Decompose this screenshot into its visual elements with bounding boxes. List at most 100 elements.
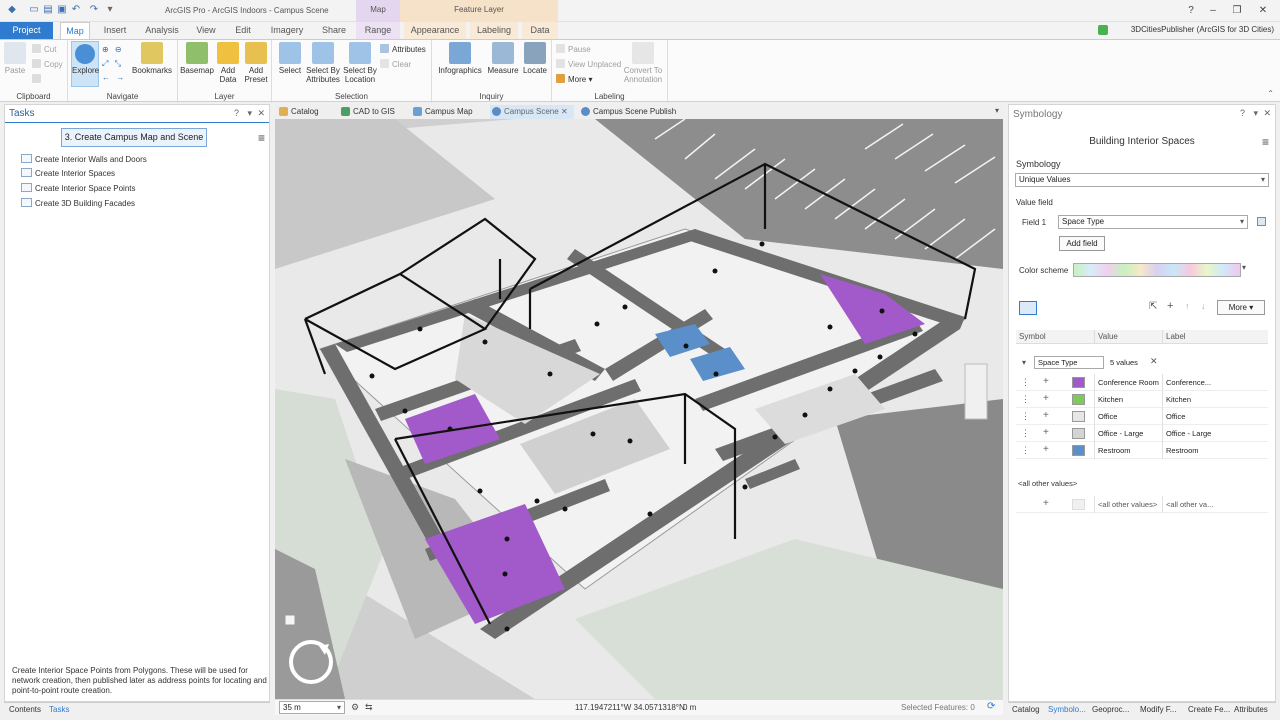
expand-icon[interactable]: + [1043,376,1049,387]
convert-to-annotation-button[interactable]: Convert To Annotation [622,42,664,84]
add-preset-button[interactable]: Add Preset [242,42,270,84]
tab-analysis[interactable]: Analysis [142,22,182,39]
restore-icon[interactable]: ❐ [1228,3,1246,19]
more-button[interactable]: More ▾ [1217,300,1265,315]
value-cell[interactable]: Kitchen [1094,391,1162,408]
tab-map[interactable]: Map [60,22,90,40]
current-task-title[interactable]: 3. Create Campus Map and Scene [61,128,207,147]
tab-catalog[interactable]: Catalog [1012,705,1040,714]
locate-button[interactable]: Locate [520,42,550,75]
doctab-catalog[interactable]: Catalog [277,105,335,119]
copy-path-button[interactable] [32,74,44,86]
attributes-button[interactable]: Attributes [380,44,426,56]
select-by-attributes-button[interactable]: Select By Attributes [304,42,342,84]
renderer-dropdown[interactable]: Unique Values [1015,173,1269,187]
refresh-icon[interactable]: ⟳ [987,701,995,712]
value-cell[interactable]: Restroom [1094,442,1162,459]
save-icon[interactable]: ▣ [56,4,68,16]
symbol-swatch[interactable] [1072,411,1085,422]
tab-list-chevron-icon[interactable]: ▾ [995,106,999,115]
task-step-4[interactable]: Create 3D Building Facades [21,198,135,208]
symbol-swatch[interactable] [1072,428,1085,439]
color-scheme-chevron-icon[interactable]: ▾ [1242,263,1246,272]
infographics-button[interactable]: Infographics [436,42,484,75]
symbol-swatch[interactable] [1072,377,1085,388]
col-header-label[interactable]: Label [1162,330,1268,344]
drag-handle-icon[interactable]: ⋮ [1021,428,1030,439]
clear-button[interactable]: Clear [380,59,411,71]
symbol-class-row[interactable]: ⋮ + Kitchen Kitchen [1016,391,1268,408]
minimize-icon[interactable]: – [1204,3,1222,19]
redo-icon[interactable]: ↷ [88,4,100,16]
label-cell[interactable]: <all other va... [1162,496,1222,513]
drag-handle-icon[interactable]: ⋮ [1021,411,1030,422]
tab-view[interactable]: View [192,22,220,39]
close-icon[interactable]: ✕ [1254,3,1272,19]
symbol-swatch[interactable] [1072,445,1085,456]
scale-lock-icon[interactable]: ⚙ [351,702,359,713]
scene-view[interactable] [275,119,1003,699]
doctab-campus-scene[interactable]: Campus Scene ✕ [490,105,574,119]
previous-next-icon[interactable]: ← → [102,72,132,84]
add-data-button[interactable]: Add Data [216,42,240,84]
cut-button[interactable]: Cut [32,44,56,56]
label-cell[interactable]: Kitchen [1162,391,1214,408]
paste-button[interactable]: Paste [4,42,26,75]
zoom-tools-icon[interactable]: ⊕ ⊖ [102,44,132,56]
tab-appearance[interactable]: Appearance [404,22,466,39]
label-cell[interactable]: Office - Large [1162,425,1214,442]
value-cell[interactable]: Office - Large [1094,425,1162,442]
close-pane-icon[interactable]: ✕ [1263,108,1271,119]
move-up-icon[interactable]: ↑ [1185,301,1190,311]
explore-button[interactable]: Explore [71,41,99,87]
full-extent-icon[interactable]: ⤢ ⤡ [102,58,132,70]
expand-icon[interactable]: + [1043,444,1049,455]
task-step-1[interactable]: Create Interior Walls and Doors [21,154,147,164]
more-labeling-button[interactable]: More ▾ [556,74,592,86]
tab-symbology[interactable]: Symbolo... [1048,705,1086,714]
undo-icon[interactable]: ↶ [70,4,82,16]
expand-icon[interactable]: + [1043,410,1049,421]
symbol-class-row[interactable]: ⋮ + Office - Large Office - Large [1016,425,1268,442]
tab-project[interactable]: Project [0,22,53,39]
doctab-campus-scene-publish[interactable]: Campus Scene Publish [579,105,689,119]
help-icon[interactable]: ? [234,108,239,118]
tab-imagery[interactable]: Imagery [266,22,308,39]
copy-button[interactable]: Copy [32,59,63,71]
scale-dropdown[interactable]: 35 m [279,701,345,714]
signed-in-user[interactable]: 3DCitiesPublisher (ArcGIS for 3D Cities) [1131,25,1274,34]
add-field-button[interactable]: Add field [1059,236,1105,251]
close-tab-icon[interactable]: ✕ [561,107,568,116]
select-by-location-button[interactable]: Select By Location [342,42,378,84]
tab-geoprocessing[interactable]: Geoproc... [1092,705,1129,714]
close-pane-icon[interactable]: ✕ [257,108,265,119]
drag-handle-icon[interactable]: ⋮ [1021,377,1030,388]
expand-icon[interactable]: + [1043,393,1049,404]
label-cell[interactable]: Restroom [1162,442,1214,459]
tab-create-features[interactable]: Create Fe... [1188,705,1230,714]
collapse-chevron-icon[interactable]: ▾ [1022,358,1026,367]
measure-button[interactable]: Measure [486,42,520,75]
label-cell[interactable]: Office [1162,408,1214,425]
tab-attributes[interactable]: Attributes [1234,705,1268,714]
label-cell[interactable]: Conference... [1162,374,1214,391]
col-header-symbol[interactable]: Symbol [1016,330,1094,344]
task-step-3[interactable]: Create Interior Space Points [21,183,136,193]
col-header-value[interactable]: Value [1094,330,1162,344]
tilt-control[interactable] [964,363,988,420]
color-scheme-dropdown[interactable] [1073,263,1241,277]
all-other-values-row[interactable]: + <all other values> <all other va... [1016,496,1268,513]
collapse-ribbon-icon[interactable]: ⌃ [1267,89,1274,98]
symbol-class-row[interactable]: ⋮ + Office Office [1016,408,1268,425]
pause-labeling-button[interactable]: Pause [556,44,591,56]
expand-icon[interactable]: + [1043,427,1049,438]
help-icon[interactable]: ? [1182,3,1200,19]
remove-group-icon[interactable]: ✕ [1150,356,1158,367]
tab-tasks[interactable]: Tasks [49,705,69,714]
auto-hide-icon[interactable]: ▾ [247,108,252,119]
select-button[interactable]: Select [276,42,304,75]
symbol-class-row[interactable]: ⋮ + Conference Room Conference... [1016,374,1268,391]
tab-insert[interactable]: Insert [98,22,132,39]
view-unplaced-button[interactable]: View Unplaced [556,59,621,71]
symbol-swatch[interactable] [1072,499,1085,510]
